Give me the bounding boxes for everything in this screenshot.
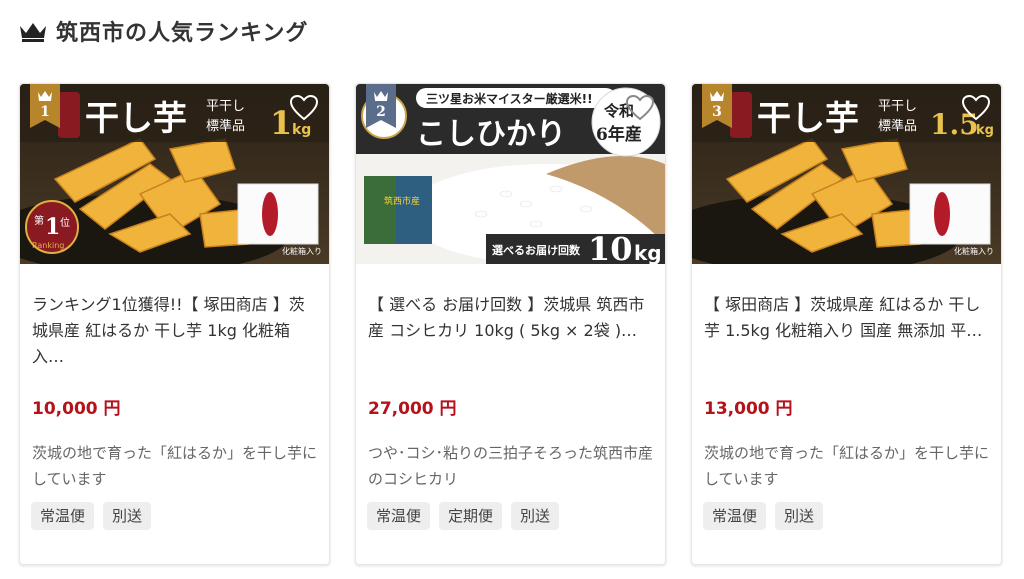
image-unit: kg (292, 122, 311, 138)
rank-number: 3 (712, 104, 722, 120)
crown-icon (20, 23, 46, 42)
product-image[interactable]: 干し芋 平干し 標準品 1 kg 化粧箱入り 第 1 位 Ranking (20, 84, 329, 264)
product-description: 茨城の地で育った「紅はるか」を干し芋にしています (32, 444, 318, 488)
product-description: つや･コシ･粘りの三拍子そろった筑西市産のコシヒカリ (368, 444, 654, 488)
award-tail: 位 (60, 216, 70, 229)
image-product-name: こしひかり (416, 117, 566, 152)
product-image[interactable]: 干し芋 平干し 標準品 1.5 kg 化粧箱入り (692, 84, 1001, 264)
image-year: 6年産 (596, 124, 642, 145)
product-card[interactable]: 干し芋 平干し 標準品 1.5 kg 化粧箱入り 3 【 塚田商店 】茨城県産 … (691, 83, 1002, 565)
rank-badge: 3 (702, 84, 732, 128)
product-price: 13,000 円 (704, 399, 793, 419)
image-sub1: 平干し (878, 99, 917, 114)
bag-label: 筑西市産 (384, 195, 420, 207)
heart-icon[interactable] (961, 94, 991, 122)
image-unit: kg (976, 123, 994, 138)
tag-separate: 別送 (511, 502, 560, 530)
section-header: 筑西市の人気ランキング (18, 14, 308, 48)
product-title[interactable]: ランキング1位獲得!!【 塚田商店 】茨城県産 紅はるか 干し芋 1kg 化粧箱… (32, 292, 320, 372)
award-num: 1 (45, 214, 60, 240)
tag-separate: 別送 (775, 502, 824, 530)
product-title[interactable]: 【 選べる お届け回数 】茨城県 筑西市産 コシヒカリ 10kg ( 5kg ×… (368, 292, 656, 372)
product-price: 10,000 円 (32, 399, 121, 419)
product-description: 茨城の地で育った「紅はるか」を干し芋にしています (704, 444, 990, 488)
tag-list: 常温便 別送 (703, 502, 824, 530)
image-unit: kg (634, 241, 662, 264)
tag-shipping: 常温便 (367, 502, 431, 530)
heart-icon[interactable] (625, 94, 655, 122)
image-product-name: 干し芋 (757, 99, 859, 139)
award-en: Ranking (32, 241, 64, 250)
tag-separate: 別送 (103, 502, 152, 530)
award-top: 第 (34, 214, 44, 227)
rank-number: 1 (40, 104, 50, 120)
image-banner: 三ツ星お米マイスター厳選米!! (426, 91, 593, 106)
rank-badge: 2 (366, 84, 396, 128)
tag-list: 常温便 定期便 別送 (367, 502, 560, 530)
product-title[interactable]: 【 塚田商店 】茨城県産 紅はるか 干し芋 1.5kg 化粧箱入り 国産 無添加… (704, 292, 992, 372)
product-price: 27,000 円 (368, 399, 457, 419)
product-card[interactable]: 三ツ星お米マイスター厳選米!! こしひかり 令和 6年産 筑西市産 選べるお届け… (355, 83, 666, 565)
image-box-caption: 化粧箱入り (282, 246, 322, 256)
tag-shipping: 常温便 (31, 502, 95, 530)
image-sub2: 標準品 (878, 118, 917, 134)
image-sub2: 標準品 (206, 118, 245, 134)
tag-subscription: 定期便 (439, 502, 503, 530)
tag-list: 常温便 別送 (31, 502, 152, 530)
tag-shipping: 常温便 (703, 502, 767, 530)
rank-badge: 1 (30, 84, 60, 128)
image-weight: 10 (588, 230, 633, 264)
heart-icon[interactable] (289, 94, 319, 122)
image-box-caption: 化粧箱入り (954, 246, 994, 256)
image-product-name: 干し芋 (85, 99, 187, 139)
product-image[interactable]: 三ツ星お米マイスター厳選米!! こしひかり 令和 6年産 筑西市産 選べるお届け… (356, 84, 665, 264)
image-sub1: 平干し (206, 99, 245, 114)
section-title: 筑西市の人気ランキング (56, 21, 309, 46)
product-card[interactable]: 干し芋 平干し 標準品 1 kg 化粧箱入り 第 1 位 Ranking 1 ラ… (19, 83, 330, 565)
image-select: 選べるお届け回数 (492, 243, 581, 257)
rank-number: 2 (376, 104, 386, 120)
